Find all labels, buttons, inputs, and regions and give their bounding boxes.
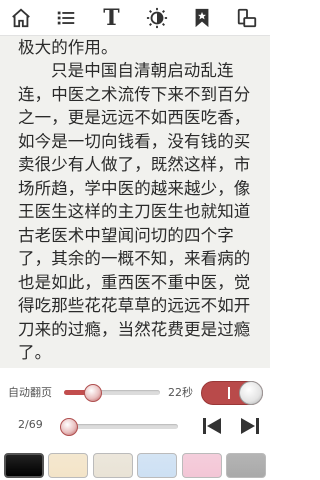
- book-text: 这里中医对于瘟疫的抑制就起了极大的作用。 只是中国自清朝启动乱连连，中医之术流传…: [18, 12, 258, 365]
- skip-next-icon: [241, 418, 259, 434]
- list-icon: [57, 11, 75, 24]
- theme-swatch-beige[interactable]: [92, 453, 133, 478]
- font-button[interactable]: T: [96, 3, 126, 33]
- page-slider-knob[interactable]: [60, 417, 79, 436]
- theme-swatch-black[interactable]: [4, 453, 44, 478]
- auto-page-label: 自动翻页: [8, 386, 52, 399]
- speed-value: 22秒: [168, 386, 193, 399]
- paragraph-2: 只是中国自清朝启动乱连连，中医之术流传下来不到百分之一，更是远远不如西医吃香，如…: [18, 61, 251, 362]
- font-icon: T: [103, 4, 120, 31]
- home-icon: [12, 8, 30, 27]
- top-toolbar: T: [0, 0, 270, 36]
- home-button[interactable]: [6, 3, 36, 33]
- theme-swatch-parchment[interactable]: [48, 453, 89, 478]
- auto-page-toggle[interactable]: [201, 381, 263, 405]
- brightness-button[interactable]: [142, 3, 172, 33]
- brightness-icon: [146, 7, 167, 28]
- previous-chapter-button[interactable]: [200, 414, 224, 438]
- page-indicator: 2/69: [18, 418, 43, 431]
- bookmark-icon: [195, 8, 209, 27]
- theme-swatches: [0, 453, 270, 480]
- speed-slider-knob[interactable]: [83, 383, 102, 402]
- skip-previous-icon: [203, 418, 221, 434]
- page-slider-track[interactable]: [66, 424, 178, 429]
- toggle-knob[interactable]: [239, 381, 263, 405]
- speed-slider-track[interactable]: [64, 390, 160, 395]
- toggle-on-mark: [228, 387, 230, 399]
- bookmark-button[interactable]: [187, 3, 217, 33]
- rotate-icon: [237, 8, 257, 27]
- control-panel: 自动翻页 22秒 2/69: [0, 368, 270, 480]
- theme-swatch-gray[interactable]: [225, 453, 266, 478]
- next-chapter-button[interactable]: [238, 414, 262, 438]
- reading-page[interactable]: 这里中医对于瘟疫的抑制就起了极大的作用。 只是中国自清朝启动乱连连，中医之术流传…: [0, 0, 270, 368]
- theme-swatch-pink[interactable]: [181, 453, 222, 478]
- theme-swatch-blue[interactable]: [137, 453, 178, 478]
- rotate-screen-button[interactable]: [232, 3, 262, 33]
- contents-button[interactable]: [51, 3, 81, 33]
